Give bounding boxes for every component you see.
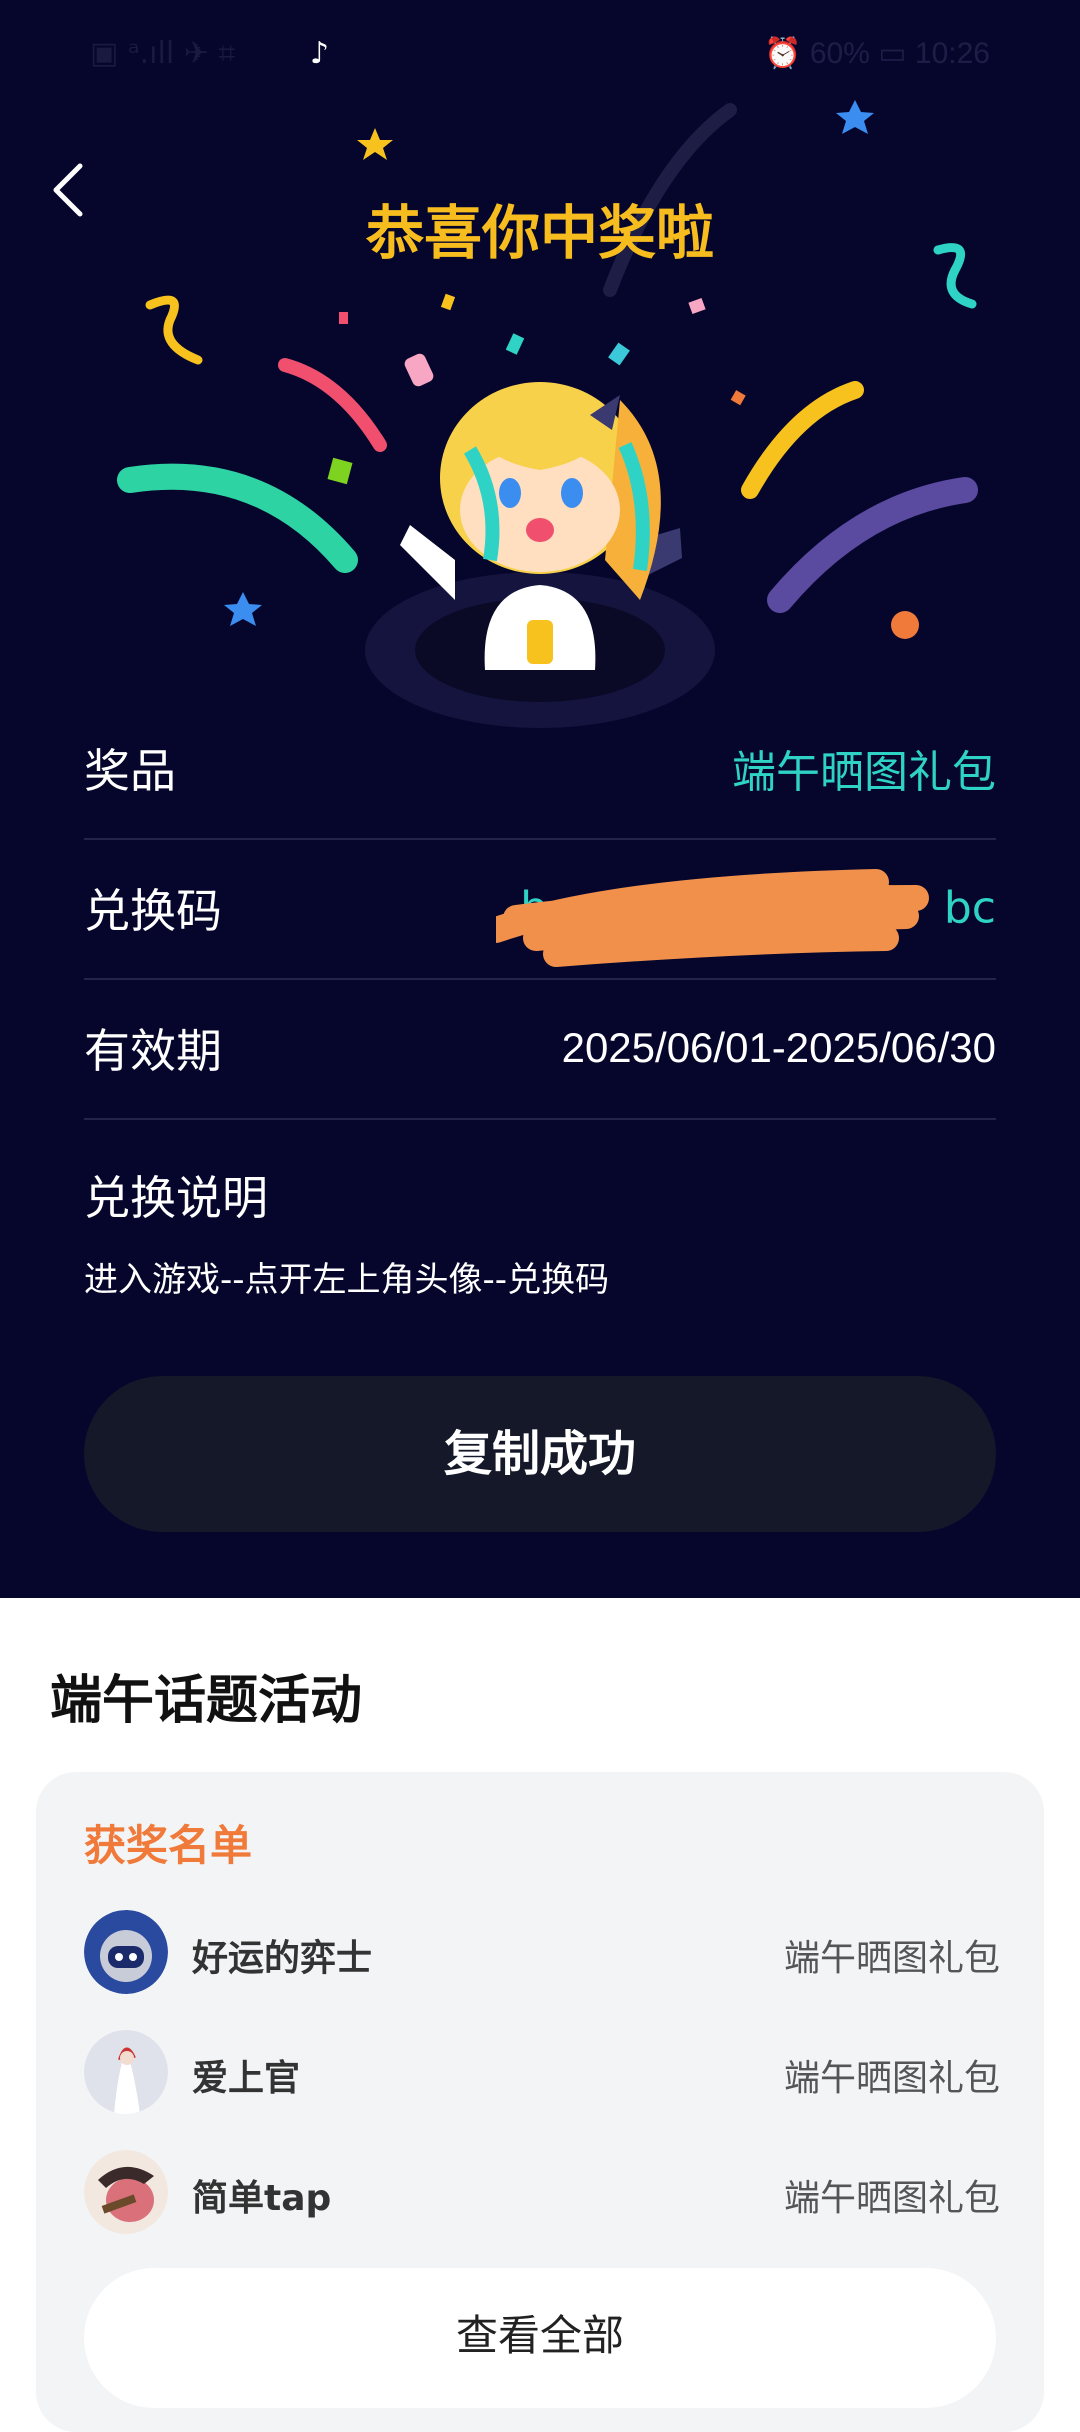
view-all-button[interactable]: 查看全部 <box>84 2268 996 2408</box>
avatar <box>84 2150 168 2234</box>
winner-prize: 端午晒图礼包 <box>783 1938 1000 1979</box>
winner-row[interactable]: 爱上官 端午晒图礼包 <box>84 2030 1000 2120</box>
winners-card: 获奖名单 好运的弈士 端午晒图礼包 爱上官 端午晒图礼包 简单tap 端午晒图礼… <box>36 1772 1044 2432</box>
page-title: 恭喜你中奖啦 <box>365 199 714 267</box>
redaction-scribble <box>496 869 929 967</box>
winner-row[interactable]: 好运的弈士 端午晒图礼包 <box>84 1910 1000 2000</box>
winner-name: 简单tap <box>192 2178 332 2219</box>
code-label: 兑换码 <box>84 884 222 938</box>
explanation-text: 进入游戏--点开左上角头像--兑换码 <box>84 1260 610 1300</box>
prize-label: 奖品 <box>84 744 176 798</box>
celebration-illustration <box>117 100 978 728</box>
winners-title: 获奖名单 <box>84 1821 253 1870</box>
validity-row: 有效期 2025/06/01-2025/06/30 <box>84 978 996 1120</box>
star-icon <box>357 128 393 160</box>
winner-prize: 端午晒图礼包 <box>783 2058 1000 2099</box>
avatar <box>84 2030 168 2114</box>
avatar <box>84 1910 168 1994</box>
copy-button[interactable]: 复制成功 <box>84 1376 996 1532</box>
validity-value: 2025/06/01-2025/06/30 <box>561 1024 996 1071</box>
winner-prize: 端午晒图礼包 <box>783 2178 1000 2219</box>
winner-name: 爱上官 <box>192 2058 301 2099</box>
hero-section: ▣ ᵃ.ıll ✈ ⌗ ♪ ⏰ 60% ▭ 10:26 恭喜你中奖啦 奖品 端午… <box>0 0 1080 1598</box>
code-value-end: bc <box>943 882 996 934</box>
code-row[interactable]: 兑换码 b bc <box>84 838 996 980</box>
prize-value: 端午晒图礼包 <box>732 747 996 798</box>
validity-label: 有效期 <box>84 1024 222 1078</box>
winner-row[interactable]: 简单tap 端午晒图礼包 <box>84 2150 1000 2240</box>
activity-title: 端午话题活动 <box>50 1671 363 1731</box>
winner-name: 好运的弈士 <box>192 1938 373 1979</box>
explanation-title: 兑换说明 <box>84 1171 268 1225</box>
star-icon <box>224 592 262 626</box>
prize-row: 奖品 端午晒图礼包 <box>84 698 996 840</box>
star-icon <box>836 100 874 134</box>
